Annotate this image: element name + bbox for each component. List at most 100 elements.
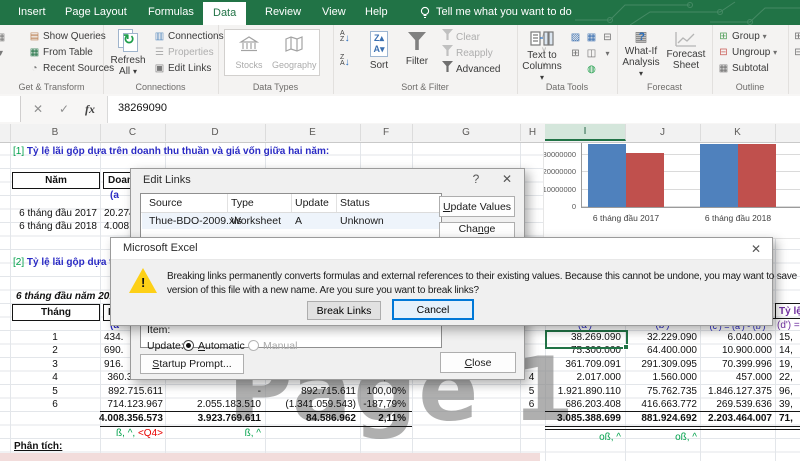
table2-cell[interactable]: 434. bbox=[104, 332, 123, 344]
show-queries-button[interactable]: ▤Show Queries bbox=[28, 29, 106, 44]
sort-ascending-button[interactable]: AZ↓ bbox=[340, 31, 350, 46]
enter-icon[interactable]: ✓ bbox=[54, 99, 74, 119]
column-header-d[interactable]: D bbox=[165, 124, 266, 141]
remove-duplicates-icon[interactable]: ▦ bbox=[585, 30, 600, 45]
chart-bar-series-blue[interactable] bbox=[700, 144, 738, 208]
name-box-partial[interactable] bbox=[0, 96, 21, 122]
column-header-e[interactable]: E bbox=[265, 124, 361, 141]
table3-total-a[interactable]: 3.085.388.699 bbox=[557, 413, 621, 425]
table3-total-c[interactable]: 2.203.464.007 bbox=[708, 413, 772, 425]
chart-bar-series-blue[interactable] bbox=[588, 144, 626, 208]
table3-cell-d[interactable]: 19, bbox=[779, 359, 793, 371]
column-header-c[interactable]: C bbox=[100, 124, 166, 141]
table3-cell-a[interactable]: 686.203.408 bbox=[565, 399, 621, 411]
tell-me-box[interactable]: Tell me what you want to do bbox=[436, 0, 572, 25]
table2-total-f[interactable]: 2,11% bbox=[378, 413, 406, 425]
table3-cell-c[interactable]: 269.539.636 bbox=[716, 399, 772, 411]
table3-cell-d[interactable]: 96, bbox=[779, 386, 793, 398]
table1-row-label[interactable]: 6 tháng đầu 2017 bbox=[19, 208, 97, 220]
table2-cell[interactable]: (1.341.059.543) bbox=[285, 399, 356, 411]
embedded-bar-chart[interactable]: 0100000002000000030000000 6 tháng đầu 20… bbox=[543, 142, 800, 239]
table3-cell-a[interactable]: 1.921.890.110 bbox=[558, 386, 621, 398]
table3-cell-c[interactable]: 1.846.127.375 bbox=[708, 386, 772, 398]
table3-total-d[interactable]: 71, bbox=[779, 413, 793, 425]
table2-cell[interactable]: 892.715.611 bbox=[108, 386, 163, 398]
automatic-radio[interactable] bbox=[183, 340, 194, 351]
filter-button[interactable]: Filter bbox=[399, 28, 435, 67]
table2-month[interactable]: 6 bbox=[12, 399, 98, 411]
table3-cell-d[interactable]: 39, bbox=[779, 399, 793, 411]
flash-fill-icon[interactable]: ▨ bbox=[569, 30, 584, 45]
manage-data-model-icon[interactable]: ◍ bbox=[585, 62, 600, 77]
table2-cell[interactable]: 892.715.611 bbox=[301, 386, 356, 398]
column-header-k[interactable]: K bbox=[700, 124, 776, 141]
edit-links-button[interactable]: ▣Edit Links bbox=[153, 61, 211, 76]
insert-function-icon[interactable]: fx bbox=[80, 99, 100, 119]
table1-row-value[interactable]: 4.008. bbox=[104, 221, 132, 233]
sort-descending-button[interactable]: ZA↓ bbox=[340, 55, 350, 70]
table2-month[interactable]: 4 bbox=[12, 372, 98, 384]
table2-header-thang[interactable]: Tháng bbox=[12, 304, 100, 321]
table2-month[interactable]: 2 bbox=[12, 345, 98, 357]
fill-handle[interactable] bbox=[623, 344, 629, 350]
table3-cell-b[interactable]: 1.560.000 bbox=[653, 372, 698, 384]
column-header-i-selected[interactable]: I bbox=[545, 124, 626, 141]
tab-insert[interactable]: Insert bbox=[8, 0, 56, 25]
column-header-g[interactable]: G bbox=[412, 124, 521, 141]
tab-view[interactable]: View bbox=[312, 0, 356, 25]
close-button[interactable]: Close bbox=[440, 352, 516, 373]
new-query-dropdown-partial[interactable]: ▾ bbox=[0, 46, 9, 61]
table2-cell[interactable]: 714.123.967 bbox=[107, 399, 163, 411]
table3-cell-d[interactable]: 14, bbox=[779, 345, 793, 357]
from-table-button[interactable]: ▦From Table bbox=[28, 45, 93, 60]
startup-prompt-button[interactable]: Startup Prompt... bbox=[140, 354, 244, 374]
tab-page-layout[interactable]: Page Layout bbox=[55, 0, 137, 25]
table3-cell-b[interactable]: 32.229.090 bbox=[647, 332, 697, 344]
table3-cell-c[interactable]: 6.040.000 bbox=[728, 332, 773, 344]
update-values-button[interactable]: Update Values bbox=[439, 196, 515, 217]
sort-button[interactable]: Z▴A▾ Sort bbox=[361, 28, 397, 71]
consolidate-icon[interactable]: ⊞ bbox=[569, 46, 584, 61]
table2-cell[interactable]: 690. bbox=[104, 345, 123, 357]
stocks-button[interactable]: Stocks bbox=[227, 32, 271, 52]
table2-total-d[interactable]: 3.923.769.611 bbox=[198, 413, 261, 425]
cancel-button[interactable]: Cancel bbox=[392, 299, 474, 320]
column-header-j[interactable]: J bbox=[625, 124, 701, 141]
table2-cell[interactable]: 100,00% bbox=[367, 386, 406, 398]
geography-button[interactable]: Geography bbox=[272, 32, 316, 52]
link-row[interactable]: Thue-BDO-2009.xls Worksheet A Unknown bbox=[142, 213, 440, 229]
table2-month[interactable]: 3 bbox=[12, 359, 98, 371]
tab-review[interactable]: Review bbox=[255, 0, 311, 25]
table3-cell-b[interactable]: 291.309.095 bbox=[641, 359, 697, 371]
relationships-icon[interactable]: ◫ bbox=[585, 46, 600, 61]
table3-cell-b[interactable]: 416.663.772 bbox=[641, 399, 697, 411]
new-query-button-partial[interactable]: ▦ bbox=[0, 30, 9, 45]
chart-bar-series-red[interactable] bbox=[626, 153, 664, 207]
table3-cell-b[interactable]: 64.400.000 bbox=[647, 345, 697, 357]
table3-cell-c[interactable]: 10.900.000 bbox=[722, 345, 772, 357]
ungroup-button[interactable]: ⊟Ungroup ▾ bbox=[717, 45, 777, 60]
dialog-close-icon[interactable]: ✕ bbox=[499, 172, 515, 186]
table3-cell-d[interactable]: 15, bbox=[779, 332, 793, 344]
column-header-h[interactable]: H bbox=[520, 124, 546, 141]
table3-cell-b[interactable]: 75.762.735 bbox=[647, 386, 697, 398]
table3-total-b[interactable]: 881.924.692 bbox=[641, 413, 697, 425]
table1-row-label[interactable]: 6 tháng đầu 2018 bbox=[19, 221, 97, 233]
break-links-alert-dialog[interactable]: Microsoft Excel ✕ ! Breaking links perma… bbox=[110, 237, 773, 326]
table3-cell-c[interactable]: 70.399.996 bbox=[722, 359, 772, 371]
data-validation-icon[interactable]: ⊟ bbox=[601, 30, 616, 45]
table3-cell-a[interactable]: 361.709.091 bbox=[565, 359, 621, 371]
tab-formulas[interactable]: Formulas bbox=[138, 0, 204, 25]
table2-cell[interactable]: - bbox=[258, 386, 261, 398]
column-header-f[interactable]: F bbox=[360, 124, 413, 141]
connections-button[interactable]: ▥Connections bbox=[153, 29, 224, 44]
table2-total-c[interactable]: 4.008.356.573 bbox=[99, 413, 163, 425]
automatic-radio-label[interactable]: Automatic bbox=[198, 340, 245, 352]
chart-bar-series-red[interactable] bbox=[738, 144, 776, 208]
subtotal-button[interactable]: ▦Subtotal bbox=[717, 61, 769, 76]
table2-cell[interactable]: 916. bbox=[104, 359, 123, 371]
tab-help[interactable]: Help bbox=[355, 0, 398, 25]
table3-month[interactable]: 6 bbox=[520, 399, 543, 411]
break-links-button[interactable]: Break Links bbox=[307, 301, 381, 320]
table2-month[interactable]: 1 bbox=[12, 332, 98, 344]
